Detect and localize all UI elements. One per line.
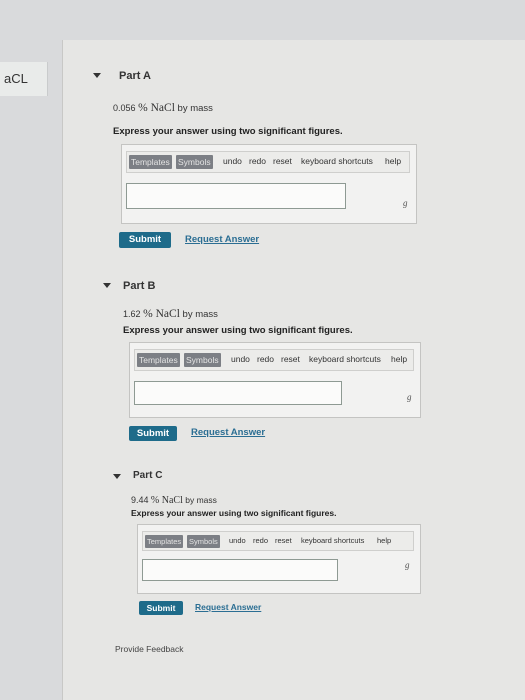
part-a-request-answer-link[interactable]: Request Answer (185, 234, 259, 245)
part-c-shortcuts-link[interactable]: keyboard shortcuts (301, 536, 364, 545)
part-c-problem: 9.44 % NaCl by mass (131, 495, 217, 506)
part-c-formula: % NaCl (150, 495, 183, 506)
part-b-problem: 1.62 % NaCl by mass (123, 308, 218, 320)
part-a-symbols-button[interactable]: Symbols (176, 155, 213, 169)
part-b-submit-button[interactable]: Submit (129, 426, 177, 441)
sidebar-tab[interactable]: aCL (0, 62, 48, 96)
part-a-help-link[interactable]: help (385, 156, 401, 166)
part-a-answer-editor: Templates Symbols undo redo reset keyboa… (121, 144, 417, 224)
part-a-problem: 0.056 % NaCl by mass (113, 102, 213, 114)
part-b-answer-input[interactable] (134, 381, 342, 405)
collapse-part-a-icon[interactable] (93, 73, 101, 78)
part-a-templates-button[interactable]: Templates (129, 155, 172, 169)
part-a-formula: % NaCl (138, 102, 175, 114)
part-b-templates-button[interactable]: Templates (137, 353, 180, 367)
collapse-part-b-icon[interactable] (103, 283, 111, 288)
part-c-header[interactable]: Part C (133, 470, 162, 481)
part-c-reset-button[interactable]: reset (275, 536, 292, 545)
part-c-answer-input[interactable] (142, 559, 338, 581)
part-a-unit: g (403, 198, 408, 208)
part-a-reset-button[interactable]: reset (273, 156, 292, 166)
part-b-value: 1.62 (123, 309, 141, 319)
part-a-toolbar: Templates Symbols undo redo reset keyboa… (126, 151, 410, 173)
part-c-request-answer-link[interactable]: Request Answer (195, 602, 261, 612)
part-a-value: 0.056 (113, 103, 136, 113)
part-a-instruction: Express your answer using two significan… (113, 126, 343, 137)
part-c-value: 9.44 (131, 495, 149, 505)
part-a-header[interactable]: Part A (119, 70, 151, 82)
part-b-redo-button[interactable]: redo (257, 354, 274, 364)
part-b-shortcuts-link[interactable]: keyboard shortcuts (309, 354, 381, 364)
part-b-undo-button[interactable]: undo (231, 354, 250, 364)
part-a-undo-button[interactable]: undo (223, 156, 242, 166)
part-c-answer-editor: Templates Symbols undo redo reset keyboa… (137, 524, 421, 594)
sidebar-label: aCL (4, 71, 28, 86)
part-b-request-answer-link[interactable]: Request Answer (191, 427, 265, 438)
part-b-suffix: by mass (182, 309, 218, 320)
part-c-unit: g (405, 560, 410, 570)
part-b-formula: % NaCl (143, 308, 180, 320)
part-b-help-link[interactable]: help (391, 354, 407, 364)
part-b-answer-editor: Templates Symbols undo redo reset keyboa… (129, 342, 421, 418)
part-a-suffix: by mass (177, 103, 213, 114)
part-c-undo-button[interactable]: undo (229, 536, 246, 545)
part-c-toolbar: Templates Symbols undo redo reset keyboa… (142, 531, 414, 551)
part-c-templates-button[interactable]: Templates (145, 535, 184, 548)
part-b-instruction: Express your answer using two significan… (123, 325, 353, 336)
part-c-symbols-button[interactable]: Symbols (187, 535, 220, 548)
part-b-unit: g (407, 392, 412, 402)
part-a-shortcuts-link[interactable]: keyboard shortcuts (301, 156, 373, 166)
part-b-toolbar: Templates Symbols undo redo reset keyboa… (134, 349, 414, 371)
provide-feedback-link[interactable]: Provide Feedback (115, 644, 184, 654)
part-a-redo-button[interactable]: redo (249, 156, 266, 166)
part-a-submit-button[interactable]: Submit (119, 232, 171, 248)
part-c-suffix: by mass (185, 495, 217, 505)
question-panel: Part A 0.056 % NaCl by mass Express your… (62, 40, 525, 700)
part-c-instruction: Express your answer using two significan… (131, 508, 337, 518)
part-b-symbols-button[interactable]: Symbols (184, 353, 221, 367)
collapse-part-c-icon[interactable] (113, 474, 121, 479)
part-a-answer-input[interactable] (126, 183, 346, 209)
part-c-submit-button[interactable]: Submit (139, 601, 183, 615)
part-b-reset-button[interactable]: reset (281, 354, 300, 364)
part-c-redo-button[interactable]: redo (253, 536, 268, 545)
part-c-help-link[interactable]: help (377, 536, 391, 545)
part-b-header[interactable]: Part B (123, 280, 155, 292)
